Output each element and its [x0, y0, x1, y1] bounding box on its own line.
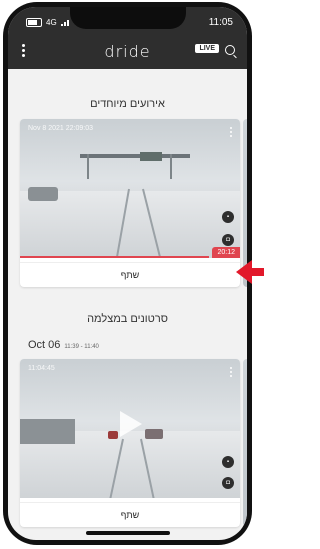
date-label: Oct 06 [28, 339, 61, 351]
event-video-card[interactable]: Nov 8 2021 22:09:03 ▪ ◘ 20:12 שתף [20, 119, 240, 287]
camera-icon[interactable]: ◘ [222, 234, 234, 246]
app-screen: 4G 11:05 dride LIVE אירועים מיוחדים Nov … [8, 7, 247, 540]
camera-video-thumbnail[interactable]: 11:04:45 ▪ ◘ [20, 359, 240, 498]
signal-icon [60, 19, 71, 26]
playback-progress [20, 256, 210, 258]
annotation-arrow [236, 260, 264, 284]
camera-icon[interactable]: ◘ [222, 477, 234, 489]
home-indicator [86, 531, 170, 535]
date-row: Oct 06 11:39 - 11:40 [28, 339, 99, 351]
event-video-thumbnail[interactable]: Nov 8 2021 22:09:03 ▪ ◘ 20:12 [20, 119, 240, 258]
battery-icon [26, 18, 42, 27]
grid-icon[interactable]: ▪ [222, 211, 234, 223]
status-time: 11:05 [208, 17, 233, 28]
app-header: 4G 11:05 dride LIVE [8, 7, 247, 69]
live-button[interactable]: LIVE [195, 44, 219, 53]
network-label: 4G [46, 18, 57, 27]
phone-notch [70, 7, 186, 29]
road-surface [20, 191, 240, 258]
grid-icon[interactable]: ▪ [222, 456, 234, 468]
camera-timestamp: 11:04:45 [28, 365, 55, 372]
share-button[interactable]: שתף [20, 262, 240, 287]
events-section-title: אירועים מיוחדים [90, 98, 165, 110]
more-options-icon[interactable] [230, 127, 233, 139]
more-options-icon[interactable] [230, 367, 233, 379]
play-icon[interactable] [120, 411, 142, 437]
event-timestamp: Nov 8 2021 22:09:03 [28, 125, 93, 132]
status-left: 4G [26, 18, 71, 27]
search-icon[interactable] [225, 45, 235, 55]
camera-video-card[interactable]: 11:04:45 ▪ ◘ שתף [20, 359, 240, 527]
time-range-label: 11:39 - 11:40 [64, 344, 99, 350]
share-button[interactable]: שתף [20, 502, 240, 527]
duration-badge: 20:12 [212, 247, 240, 258]
next-card-peek[interactable] [243, 359, 247, 527]
camera-section-title: סרטונים במצלמה [87, 313, 168, 325]
phone-mockup: 4G 11:05 dride LIVE אירועים מיוחדים Nov … [0, 0, 264, 549]
